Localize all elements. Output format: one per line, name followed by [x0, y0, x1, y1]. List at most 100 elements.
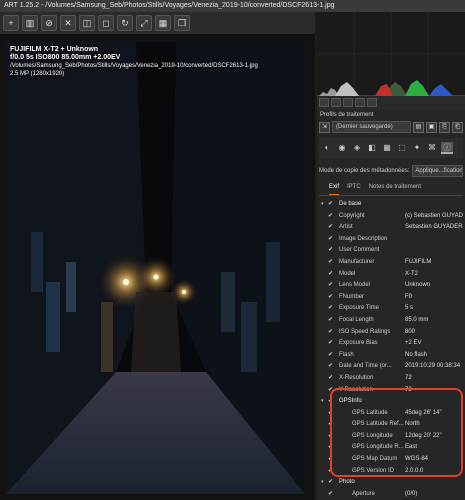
exif-value: 72 [405, 374, 412, 381]
hist-luma-toggle[interactable] [355, 98, 365, 107]
tab-exif[interactable]: Exif [329, 184, 340, 195]
exif-value: (c) Sebastien GUYADER... [405, 212, 463, 219]
exif-row[interactable]: ✔ Lens Model Unknown [319, 280, 463, 292]
toolbar-button[interactable]: ▦ [155, 15, 171, 31]
expander-icon[interactable]: ▾ [321, 396, 324, 408]
toolbar-button[interactable]: ▥ [22, 15, 38, 31]
include-checkbox[interactable]: ✔ [328, 338, 333, 350]
exif-row[interactable]: ✔ ISO Speed Ratings 800 [319, 327, 463, 339]
save-profile-icon[interactable]: ▣ [426, 121, 437, 133]
exif-group-row[interactable]: ▾ ✔ Photo [319, 477, 463, 489]
camera-info: FUJIFILM X-T2 + Unknown [10, 46, 99, 53]
exif-row[interactable]: ✔ Copyright (c) Sebastien GUYADER... [319, 211, 463, 223]
exif-key: FNumber [339, 293, 365, 300]
raw-tab-icon[interactable]: ▦ [381, 142, 393, 154]
alley-photo [6, 42, 305, 494]
gps-highlight-annotation [330, 388, 463, 477]
profile-select[interactable]: (Dernier sauvegardé) [332, 121, 411, 133]
partial-paste-icon[interactable]: ⇲ [319, 121, 330, 133]
exif-row[interactable]: ✔ User Comment [319, 245, 463, 257]
expander-icon[interactable]: ▾ [321, 477, 324, 489]
include-checkbox[interactable]: ✔ [328, 257, 333, 269]
include-checkbox[interactable]: ✔ [328, 269, 333, 281]
include-checkbox[interactable]: ✔ [328, 245, 333, 257]
toolbar-button[interactable]: ⤢ [136, 15, 152, 31]
effects-tab-icon[interactable]: ✦ [411, 142, 423, 154]
open-profile-icon[interactable]: ▤ [413, 121, 424, 133]
include-checkbox[interactable]: ✔ [328, 327, 333, 339]
exif-row[interactable]: ✔ Image Description [319, 234, 463, 246]
exif-key: User Comment [339, 247, 380, 254]
exposure-tab-icon[interactable]: ◐ [321, 142, 333, 154]
local-tab-icon[interactable]: ◧ [366, 142, 378, 154]
include-checkbox[interactable]: ✔ [328, 303, 333, 315]
include-checkbox[interactable]: ✔ [328, 477, 333, 489]
include-checkbox[interactable]: ✔ [328, 361, 333, 373]
exif-key: Image Description [339, 235, 388, 242]
toolbar-button[interactable]: + [3, 15, 19, 31]
include-checkbox[interactable]: ✔ [328, 280, 333, 292]
exif-row[interactable]: ✔ Artist Sebastien GUYADER ... [319, 222, 463, 234]
hist-mode-toggle[interactable] [367, 98, 377, 107]
photo-preview[interactable]: FUJIFILM X-T2 + Unknown f/0.0 5s ISO800 … [6, 42, 305, 494]
exif-value: No flash [405, 351, 428, 358]
include-checkbox[interactable]: ✔ [328, 315, 333, 327]
hist-blue-toggle[interactable] [343, 98, 353, 107]
toolbar-button[interactable]: ◫ [79, 15, 95, 31]
tab-iptc[interactable]: IPTC [347, 184, 361, 195]
metadata-tab-icon[interactable]: ⓘ [441, 142, 453, 154]
color-tab-icon[interactable]: ◈ [351, 142, 363, 154]
expander-icon[interactable]: ▾ [321, 199, 324, 211]
exif-row[interactable]: ✔ Exposure Time 5 s [319, 303, 463, 315]
exif-value: Sebastien GUYADER ... [405, 224, 463, 231]
exif-value: (0/0) [405, 490, 418, 497]
include-checkbox[interactable]: ✔ [328, 373, 333, 385]
transform-tab-icon[interactable]: ⬚ [396, 142, 408, 154]
tab-notes[interactable]: Notes de traitement [369, 184, 421, 195]
exif-row[interactable]: ✔ Focal Length 85.0 mm [319, 315, 463, 327]
exif-row[interactable]: ✔ Date and Time (or... 2019:10:29 00:38:34 [319, 361, 463, 373]
exif-row[interactable]: ✔ Exposure Bias +2 EV [319, 338, 463, 350]
include-checkbox[interactable]: ✔ [328, 350, 333, 362]
exif-key: De base [339, 201, 362, 207]
toolbar-button[interactable]: ✕ [60, 15, 76, 31]
toolbar-button[interactable]: ❐ [174, 15, 190, 31]
exif-key: X-Resolution [339, 374, 374, 381]
include-checkbox[interactable]: ✔ [328, 211, 333, 223]
exif-value: 2019:10:29 00:38:34 [405, 363, 461, 370]
histogram [317, 12, 465, 96]
copy-profile-icon[interactable]: ⎘ [439, 121, 450, 133]
exif-row[interactable]: ✔ Model X-T2 [319, 269, 463, 281]
include-checkbox[interactable]: ✔ [328, 292, 333, 304]
advanced-tab-icon[interactable]: ⌘ [426, 142, 438, 154]
hist-red-toggle[interactable] [319, 98, 329, 107]
exif-key: Lens Model [339, 282, 371, 289]
exif-row[interactable]: ✔ Aperture (0/0) [319, 489, 463, 500]
exif-key: Exposure Bias [339, 340, 378, 347]
profiles-title: Profils de traitement [320, 112, 374, 118]
detail-tab-icon[interactable]: ◉ [336, 142, 348, 154]
viewer-toolbar: + ▥ ⊘ ✕ ◫ ◻ ↻ ⤢ ▦ ❐ [0, 12, 315, 34]
include-checkbox[interactable]: ✔ [328, 489, 333, 500]
exif-value: +2 EV [405, 340, 422, 347]
hist-green-toggle[interactable] [331, 98, 341, 107]
toolbar-button[interactable]: ↻ [117, 15, 133, 31]
file-path: /Volumes/Samsung_Seb/Photos/Stills/Voyag… [10, 63, 258, 69]
include-checkbox[interactable]: ✔ [328, 199, 333, 211]
exposure-info: f/0.0 5s ISO800 85.00mm +2.00EV [10, 54, 121, 61]
include-checkbox[interactable]: ✔ [328, 222, 333, 234]
copy-mode-select[interactable]: Applique...fications [412, 165, 463, 177]
exif-row[interactable]: ✔ Manufacturer FUJIFILM [319, 257, 463, 269]
exif-group-row[interactable]: ▾ ✔ De base [319, 199, 463, 211]
exif-row[interactable]: ✔ X-Resolution 72 [319, 373, 463, 385]
histogram-plot [317, 12, 465, 96]
include-checkbox[interactable]: ✔ [328, 234, 333, 246]
exif-value: 5 s [405, 305, 414, 312]
toolbar-button[interactable]: ⊘ [41, 15, 57, 31]
toolbar-button[interactable]: ◻ [98, 15, 114, 31]
image-viewer[interactable]: FUJIFILM X-T2 + Unknown f/0.0 5s ISO800 … [0, 34, 315, 500]
exif-row[interactable]: ✔ FNumber F0 [319, 292, 463, 304]
paste-profile-icon[interactable]: ⎗ [452, 121, 463, 133]
exif-row[interactable]: ✔ Flash No flash [319, 350, 463, 362]
copy-mode-label: Mode de copie des métadonnées: [319, 168, 410, 174]
